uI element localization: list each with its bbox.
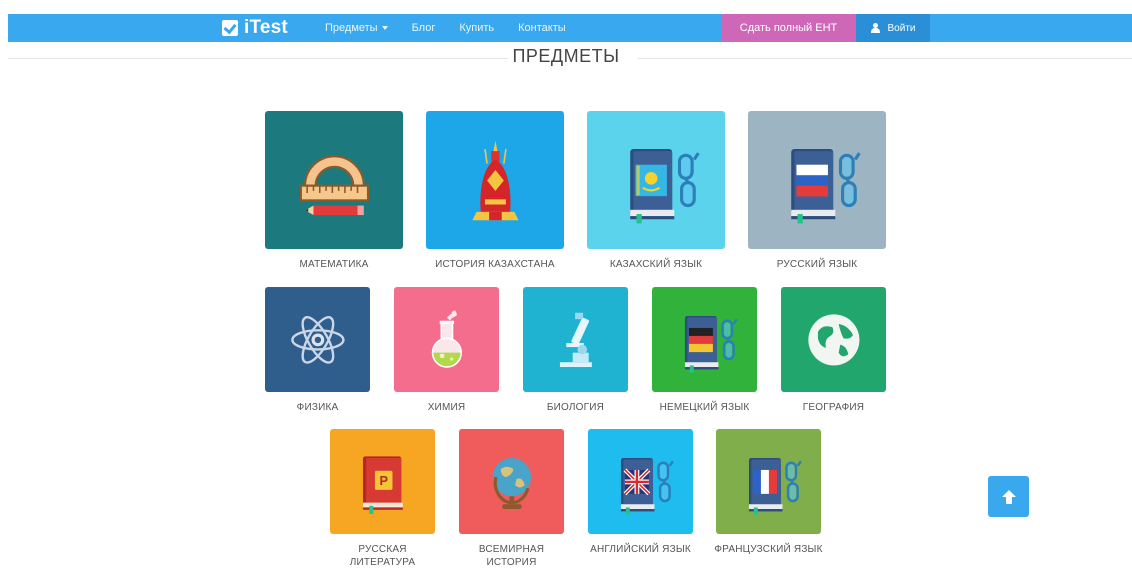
subject-tile[interactable]	[265, 287, 370, 392]
nav-item-label: Блог	[411, 22, 436, 34]
nav-item-label: Предметы	[325, 22, 378, 34]
subject-label[interactable]: ВСЕМИРНАЯ ИСТОРИЯ	[455, 543, 568, 569]
subject-label[interactable]: ИСТОРИЯ КАЗАХСТАНА	[416, 258, 574, 271]
subject-label[interactable]: ФРАНЦУЗСКИЙ ЯЗЫК	[712, 543, 825, 556]
subject-tile[interactable]	[265, 111, 403, 249]
subject-label[interactable]: ФИЗИКА	[261, 401, 374, 414]
subject-tile[interactable]	[652, 287, 757, 392]
subject-tile[interactable]	[394, 287, 499, 392]
user-icon	[870, 23, 880, 33]
brand-name: iTest	[244, 17, 288, 38]
caret-down-icon	[381, 26, 388, 30]
scroll-top-button[interactable]	[988, 476, 1029, 517]
subject-tile[interactable]	[523, 287, 628, 392]
subject-label[interactable]: БИОЛОГИЯ	[519, 401, 632, 414]
nav-item-label: Контакты	[518, 22, 566, 34]
full-ent-button[interactable]: Сдать полный ЕНТ	[721, 14, 856, 42]
subject-label[interactable]: РУССКИЙ ЯЗЫК	[738, 258, 896, 271]
arrow-up-icon	[1001, 489, 1016, 504]
subject-label[interactable]: РУССКАЯ ЛИТЕРАТУРА	[326, 543, 439, 569]
subject-tile[interactable]	[716, 429, 821, 534]
nav-links: Предметы Блог Купить Контакты	[325, 14, 590, 42]
svg-text:P: P	[379, 473, 388, 488]
nav-item-subjects[interactable]: Предметы	[325, 22, 388, 34]
top-navbar: iTest Предметы Блог Купить Контакты Сдат…	[8, 14, 1132, 42]
subject-label[interactable]: ГЕОГРАФИЯ	[777, 401, 890, 414]
nav-item-blog[interactable]: Блог	[412, 22, 436, 34]
globe-map-icon	[807, 313, 860, 366]
literature-book-icon: P	[362, 455, 403, 514]
subject-label[interactable]: НЕМЕЦКИЙ ЯЗЫК	[648, 401, 761, 414]
login-button[interactable]: Войти	[856, 14, 930, 42]
russian-flag-book-icon	[790, 148, 861, 223]
desk-globe-icon	[492, 457, 531, 509]
subject-label[interactable]: КАЗАХСКИЙ ЯЗЫК	[577, 258, 735, 271]
subject-tile[interactable]	[748, 111, 886, 249]
flask-icon	[431, 309, 462, 368]
section-title: ПРЕДМЕТЫ	[512, 46, 620, 66]
nav-item-label: Купить	[459, 22, 495, 34]
atom-icon	[290, 315, 345, 364]
subject-label[interactable]: АНГЛИЙСКИЙ ЯЗЫК	[584, 543, 697, 556]
checkbox-logo-icon	[222, 20, 238, 36]
subject-label[interactable]: ХИМИЯ	[390, 401, 503, 414]
brand-logo[interactable]: iTest	[222, 14, 288, 42]
subject-tile[interactable]	[588, 429, 693, 534]
subject-tile[interactable]	[587, 111, 725, 249]
subject-tile[interactable]	[426, 111, 564, 249]
french-flag-book-icon	[748, 457, 802, 515]
uk-flag-book-icon	[620, 457, 674, 515]
golden-helmet-icon	[471, 140, 519, 220]
nav-item-contacts[interactable]: Контакты	[518, 22, 566, 34]
subject-tile[interactable]: P	[330, 429, 435, 534]
ruler-protractor-icon	[299, 154, 369, 215]
nav-item-buy[interactable]: Купить	[459, 22, 494, 34]
subject-tile[interactable]	[781, 287, 886, 392]
login-label: Войти	[887, 22, 916, 34]
subject-tile[interactable]	[459, 429, 564, 534]
microscope-icon	[559, 312, 592, 367]
kazakh-flag-book-icon	[629, 148, 700, 223]
subject-label[interactable]: МАТЕМАТИКА	[255, 258, 413, 271]
german-flag-book-icon	[684, 315, 738, 373]
